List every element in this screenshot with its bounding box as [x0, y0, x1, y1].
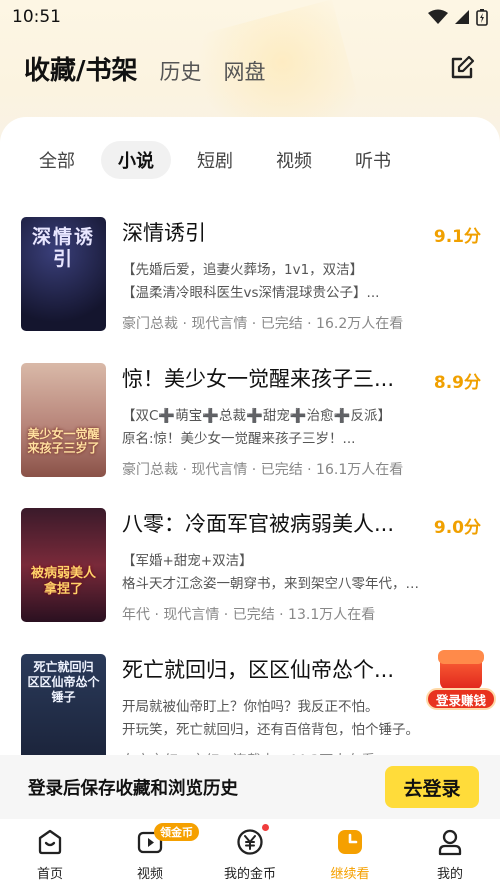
book-cover: 美少女一觉醒来孩子三岁了 [21, 363, 106, 477]
filter-audiobook[interactable]: 听书 [338, 141, 408, 179]
status-bar: 10:51 [0, 0, 500, 34]
tab-history[interactable]: 历史 [160, 56, 202, 86]
tab-profile[interactable]: 我的 [400, 819, 500, 889]
clock-icon [338, 830, 362, 854]
book-item[interactable]: 美少女一觉醒来孩子三岁了 惊！美少女一觉醒来孩子三... 8.9分 【双C➕萌宝… [21, 363, 481, 479]
login-prompt-bar: 登录后保存收藏和浏览历史 去登录 [0, 755, 500, 819]
book-title: 深情诱引 [122, 221, 206, 245]
book-title: 惊！美少女一觉醒来孩子三... [122, 367, 395, 391]
book-tags: 【先婚后爱，追妻火葬场，1v1，双洁】 [122, 262, 364, 278]
book-item[interactable]: 死亡就回归 区区仙帝怂个锤子 死亡就回归，区区仙帝怂个... 开局就被仙帝盯上？… [21, 654, 481, 770]
book-cover: 深情诱引 [21, 217, 106, 331]
book-intro-2: 开玩笑，死亡就回归，还有百倍背包，怕个锤子。 [122, 722, 419, 738]
book-cover: 被病弱美人拿捏了 [21, 508, 106, 622]
tab-video[interactable]: 视频 领金币 [100, 819, 200, 889]
bottom-tab-bar: 首页 视频 领金币 我的金币 继续看 我的 [0, 819, 500, 889]
filter-short-drama[interactable]: 短剧 [180, 141, 250, 179]
book-intro: 格斗天才江念姿一朝穿书，来到架空八零年代，成... [122, 576, 422, 592]
book-item[interactable]: 被病弱美人拿捏了 八零：冷面军官被病弱美人... 9.0分 【军婚+甜宠+双洁】… [21, 508, 481, 624]
filter-novel[interactable]: 小说 [101, 141, 171, 179]
book-score: 8.9分 [433, 373, 481, 393]
battery-icon [476, 9, 488, 26]
login-earn-badge[interactable]: 登录赚钱 [426, 648, 496, 714]
book-meta: 年代 · 现代言情 · 已完结 · 13.1万人在看 [122, 607, 376, 623]
filter-all[interactable]: 全部 [22, 141, 92, 179]
tab-my-coins[interactable]: 我的金币 [200, 819, 300, 889]
book-cover: 死亡就回归 区区仙帝怂个锤子 [21, 654, 106, 768]
tab-label: 视频 [136, 867, 163, 882]
book-intro: 【温柔清冷眼科医生vs深情混球贵公子】... [122, 285, 380, 301]
book-score: 9.0分 [433, 518, 481, 538]
edit-icon[interactable] [448, 54, 476, 82]
book-tags: 【双C➕萌宝➕总裁➕甜宠➕治愈➕反派】 [122, 408, 391, 424]
coin-reward-badge: 领金币 [154, 823, 199, 841]
book-meta: 豪门总裁 · 现代言情 · 已完结 · 16.2万人在看 [122, 316, 404, 332]
cover-title: 被病弱美人拿捏了 [30, 566, 96, 597]
coin-icon [237, 829, 263, 855]
filter-chips: 全部 小说 短剧 视频 听书 [22, 141, 417, 179]
login-tip: 登录后保存收藏和浏览历史 [28, 778, 238, 799]
cover-title: 美少女一觉醒来孩子三岁了 [27, 427, 100, 456]
tab-label: 我的金币 [223, 867, 276, 882]
login-earn-label: 登录赚钱 [426, 688, 496, 710]
cover-title: 深情诱引 [31, 226, 95, 270]
home-icon [38, 829, 62, 855]
book-title: 死亡就回归，区区仙帝怂个... [122, 658, 395, 682]
wifi-icon [428, 9, 448, 24]
header: 收藏/书架 历史 网盘 [0, 50, 500, 94]
book-item[interactable]: 深情诱引 深情诱引 9.1分 【先婚后爱，追妻火葬场，1v1，双洁】 【温柔清冷… [21, 217, 481, 333]
status-time: 10:51 [12, 7, 61, 27]
tab-label: 首页 [36, 867, 63, 882]
book-tags: 【军婚+甜宠+双洁】 [122, 553, 253, 569]
tab-home[interactable]: 首页 [0, 819, 100, 889]
signal-icon [455, 10, 469, 24]
book-meta: 豪门总裁 · 现代言情 · 已完结 · 16.1万人在看 [122, 462, 404, 478]
book-intro: 开局就被仙帝盯上？你怕吗？我反正不怕。 [122, 699, 379, 715]
login-button[interactable]: 去登录 [385, 766, 479, 808]
cover-title: 死亡就回归 区区仙帝怂个锤子 [27, 660, 100, 704]
filter-video[interactable]: 视频 [259, 141, 329, 179]
status-icons [428, 8, 488, 26]
notification-dot [262, 824, 269, 831]
user-icon [438, 829, 462, 856]
book-score: 9.1分 [433, 227, 481, 247]
red-packet-lid [438, 650, 484, 664]
tab-label: 继续看 [330, 867, 370, 882]
book-intro: 原名:惊！美少女一觉醒来孩子三岁！... [122, 431, 356, 447]
tab-cloud-disk[interactable]: 网盘 [224, 56, 266, 86]
tab-label: 我的 [436, 867, 463, 882]
page-title: 收藏/书架 [24, 56, 138, 86]
book-title: 八零：冷面军官被病弱美人... [122, 512, 395, 536]
tab-continue-watching[interactable]: 继续看 [300, 819, 400, 889]
